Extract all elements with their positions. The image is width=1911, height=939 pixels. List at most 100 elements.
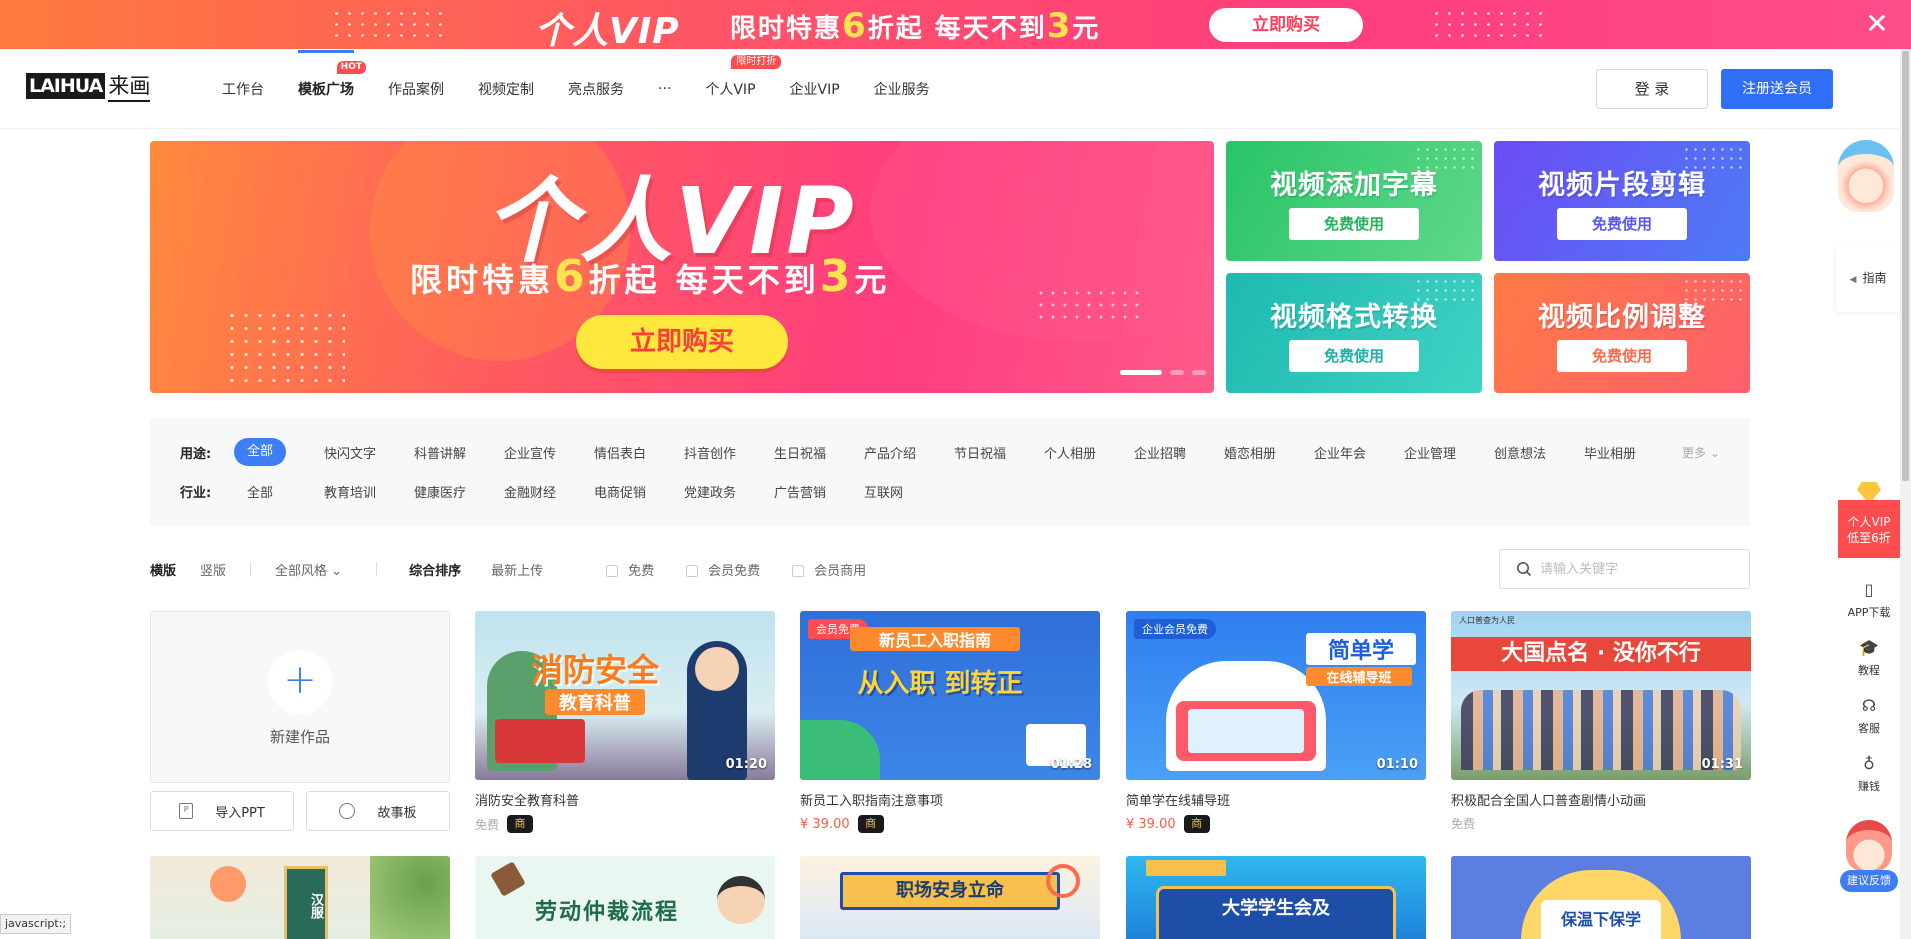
vip-banner-carousel[interactable]: 个人VIP 限时特惠6折起 每天不到3元 立即购买 — [150, 141, 1214, 393]
free-use-button[interactable]: 免费使用 — [1557, 340, 1687, 372]
promo-buy-button[interactable]: 立即购买 — [1209, 8, 1363, 42]
tool-card-subtitles[interactable]: 视频添加字幕 免费使用 — [1226, 141, 1482, 261]
filter-chip[interactable]: 广告营销 — [774, 482, 864, 501]
free-use-button[interactable]: 免费使用 — [1289, 208, 1419, 240]
filter-chip[interactable]: 企业管理 — [1404, 443, 1494, 462]
sort-latest[interactable]: 最新上传 — [491, 560, 543, 579]
tutorial-button[interactable]: 🎓 教程 — [1838, 632, 1900, 690]
filter-chip[interactable]: 婚恋相册 — [1224, 443, 1314, 462]
banner-buy-button[interactable]: 立即购买 — [576, 315, 788, 369]
phone-icon: ▯ — [1864, 580, 1874, 599]
mascot-character[interactable] — [1838, 140, 1894, 212]
template-card[interactable]: 保温下保学 — [1451, 856, 1751, 939]
checkbox[interactable] — [686, 564, 699, 577]
template-thumbnail[interactable]: 消防安全 教育科普 01:20 — [475, 611, 775, 780]
style-dropdown[interactable]: 全部风格 ⌄ — [275, 560, 342, 579]
template-card[interactable]: 职场安身立命 — [800, 856, 1100, 939]
filter-chip[interactable]: 全部 — [234, 482, 286, 501]
nav-highlight-service[interactable]: 亮点服务 — [568, 79, 624, 99]
filter-chip[interactable]: 产品介绍 — [864, 443, 954, 462]
template-name[interactable]: 简单学在线辅导班 — [1126, 790, 1426, 809]
nav-more-icon[interactable]: ··· — [658, 81, 671, 97]
nav-template-square[interactable]: 模板广场 HOT — [298, 50, 366, 99]
filter-chip[interactable]: 情侣表白 — [594, 443, 684, 462]
nav-enterprise-vip[interactable]: 企业VIP — [790, 79, 840, 99]
filter-chip[interactable]: 电商促销 — [594, 482, 684, 501]
template-card[interactable]: 会员免费 新员工入职指南 从入职 到转正 01:28 新员工入职指南注意事项 ¥… — [800, 611, 1100, 833]
close-icon[interactable]: ✕ — [1862, 7, 1892, 41]
filter-chip[interactable]: 创意想法 — [1494, 443, 1584, 462]
filter-chip[interactable]: 节日祝福 — [954, 443, 1044, 462]
free-use-button[interactable]: 免费使用 — [1289, 340, 1419, 372]
tool-card-ratio[interactable]: 视频比例调整 免费使用 — [1494, 273, 1750, 393]
register-button[interactable]: 注册送会员 — [1721, 69, 1833, 109]
guide-tab[interactable]: ◀ 指南 — [1836, 244, 1900, 312]
filter-chip[interactable]: 全部 — [234, 438, 286, 466]
earn-money-button[interactable]: ♁ 赚钱 — [1838, 748, 1900, 806]
nav-workbench[interactable]: 工作台 — [222, 79, 264, 99]
search-box[interactable] — [1499, 549, 1750, 589]
checkbox[interactable] — [606, 564, 619, 577]
nav-personal-vip[interactable]: 个人VIP 限时打折 — [705, 55, 782, 99]
template-card[interactable]: 人口普查为人民 大国点名 · 没你不行 01:31 积极配合全国人口普查剧情小动… — [1451, 611, 1751, 832]
filter-chip[interactable]: 教育培训 — [324, 482, 414, 501]
nav-cases[interactable]: 作品案例 — [388, 79, 444, 99]
sort-comprehensive[interactable]: 综合排序 — [409, 560, 461, 579]
template-name[interactable]: 消防安全教育科普 — [475, 790, 775, 809]
feedback-button[interactable]: 建议反馈 — [1840, 870, 1898, 892]
template-card[interactable]: 汉服 — [150, 856, 450, 939]
filter-chip[interactable]: 企业招聘 — [1134, 443, 1224, 462]
banner-dots-decoration — [225, 309, 345, 389]
orient-landscape[interactable]: 横版 — [150, 560, 176, 579]
filter-chip[interactable]: 生日祝福 — [774, 443, 864, 462]
filter-chip[interactable]: 毕业相册 — [1584, 443, 1674, 462]
tool-card-clip[interactable]: 视频片段剪辑 免费使用 — [1494, 141, 1750, 261]
filter-chip[interactable]: 党建政务 — [684, 482, 774, 501]
free-use-button[interactable]: 免费使用 — [1557, 208, 1687, 240]
vip-discount-promo[interactable]: 个人VIP 低至6折 — [1838, 500, 1900, 558]
login-button[interactable]: 登 录 — [1596, 69, 1708, 109]
filter-chip[interactable]: 个人相册 — [1044, 443, 1134, 462]
scrollbar-thumb[interactable] — [1902, 51, 1909, 481]
carousel-dot[interactable] — [1120, 370, 1162, 375]
carousel-dot[interactable] — [1170, 370, 1184, 375]
template-thumbnail[interactable]: 人口普查为人民 大国点名 · 没你不行 01:31 — [1451, 611, 1751, 780]
nav-video-custom[interactable]: 视频定制 — [478, 79, 534, 99]
commercial-badge: 商 — [507, 815, 534, 833]
check-free[interactable]: 免费 — [606, 560, 654, 579]
check-member-free[interactable]: 会员免费 — [686, 560, 760, 579]
new-project-card[interactable]: + 新建作品 — [150, 611, 450, 783]
filter-chip[interactable]: 企业年会 — [1314, 443, 1404, 462]
filter-chip[interactable]: 企业宣传 — [504, 443, 594, 462]
orient-portrait[interactable]: 竖版 — [200, 560, 226, 579]
filter-chip[interactable]: 抖音创作 — [684, 443, 774, 462]
top-promo-banner[interactable]: 个人VIP 限时特惠6折起 每天不到3元 立即购买 ✕ — [0, 0, 1911, 49]
template-thumbnail[interactable]: 企业会员免费 简单学 在线辅导班 01:10 — [1126, 611, 1426, 780]
search-icon — [1517, 562, 1532, 577]
check-member-commercial[interactable]: 会员商用 — [792, 560, 866, 579]
carousel-dot[interactable] — [1192, 370, 1206, 375]
checkbox[interactable] — [792, 564, 805, 577]
tool-card-format[interactable]: 视频格式转换 免费使用 — [1226, 273, 1482, 393]
filter-chip[interactable]: 互联网 — [864, 482, 954, 501]
app-download-button[interactable]: ▯ APP下载 — [1838, 574, 1900, 632]
template-name[interactable]: 新员工入职指南注意事项 — [800, 790, 1100, 809]
filter-chip[interactable]: 快闪文字 — [324, 443, 414, 462]
template-card[interactable]: 大学学生会及 — [1126, 856, 1426, 939]
filter-more-toggle[interactable]: 更多 ⌄ — [1682, 444, 1720, 461]
storyboard-button[interactable]: 故事板 — [306, 791, 450, 831]
nav-enterprise-service[interactable]: 企业服务 — [874, 79, 930, 99]
template-card[interactable]: 劳动仲裁流程 — [475, 856, 775, 939]
laihua-logo[interactable]: LAIHUA 来画 — [26, 73, 151, 102]
template-thumbnail[interactable]: 会员免费 新员工入职指南 从入职 到转正 01:28 — [800, 611, 1100, 780]
template-name[interactable]: 积极配合全国人口普查剧情小动画 — [1451, 790, 1751, 809]
page-scrollbar[interactable] — [1900, 49, 1911, 939]
search-input[interactable] — [1540, 561, 1740, 577]
filter-chip[interactable]: 健康医疗 — [414, 482, 504, 501]
template-card[interactable]: 消防安全 教育科普 01:20 消防安全教育科普 免费商 — [475, 611, 775, 833]
filter-chip[interactable]: 金融财经 — [504, 482, 594, 501]
customer-service-button[interactable]: ☊ 客服 — [1838, 690, 1900, 748]
template-card[interactable]: 企业会员免费 简单学 在线辅导班 01:10 简单学在线辅导班 ¥ 39.00 商 — [1126, 611, 1426, 833]
import-ppt-button[interactable]: P 导入PPT — [150, 791, 294, 831]
filter-chip[interactable]: 科普讲解 — [414, 443, 504, 462]
